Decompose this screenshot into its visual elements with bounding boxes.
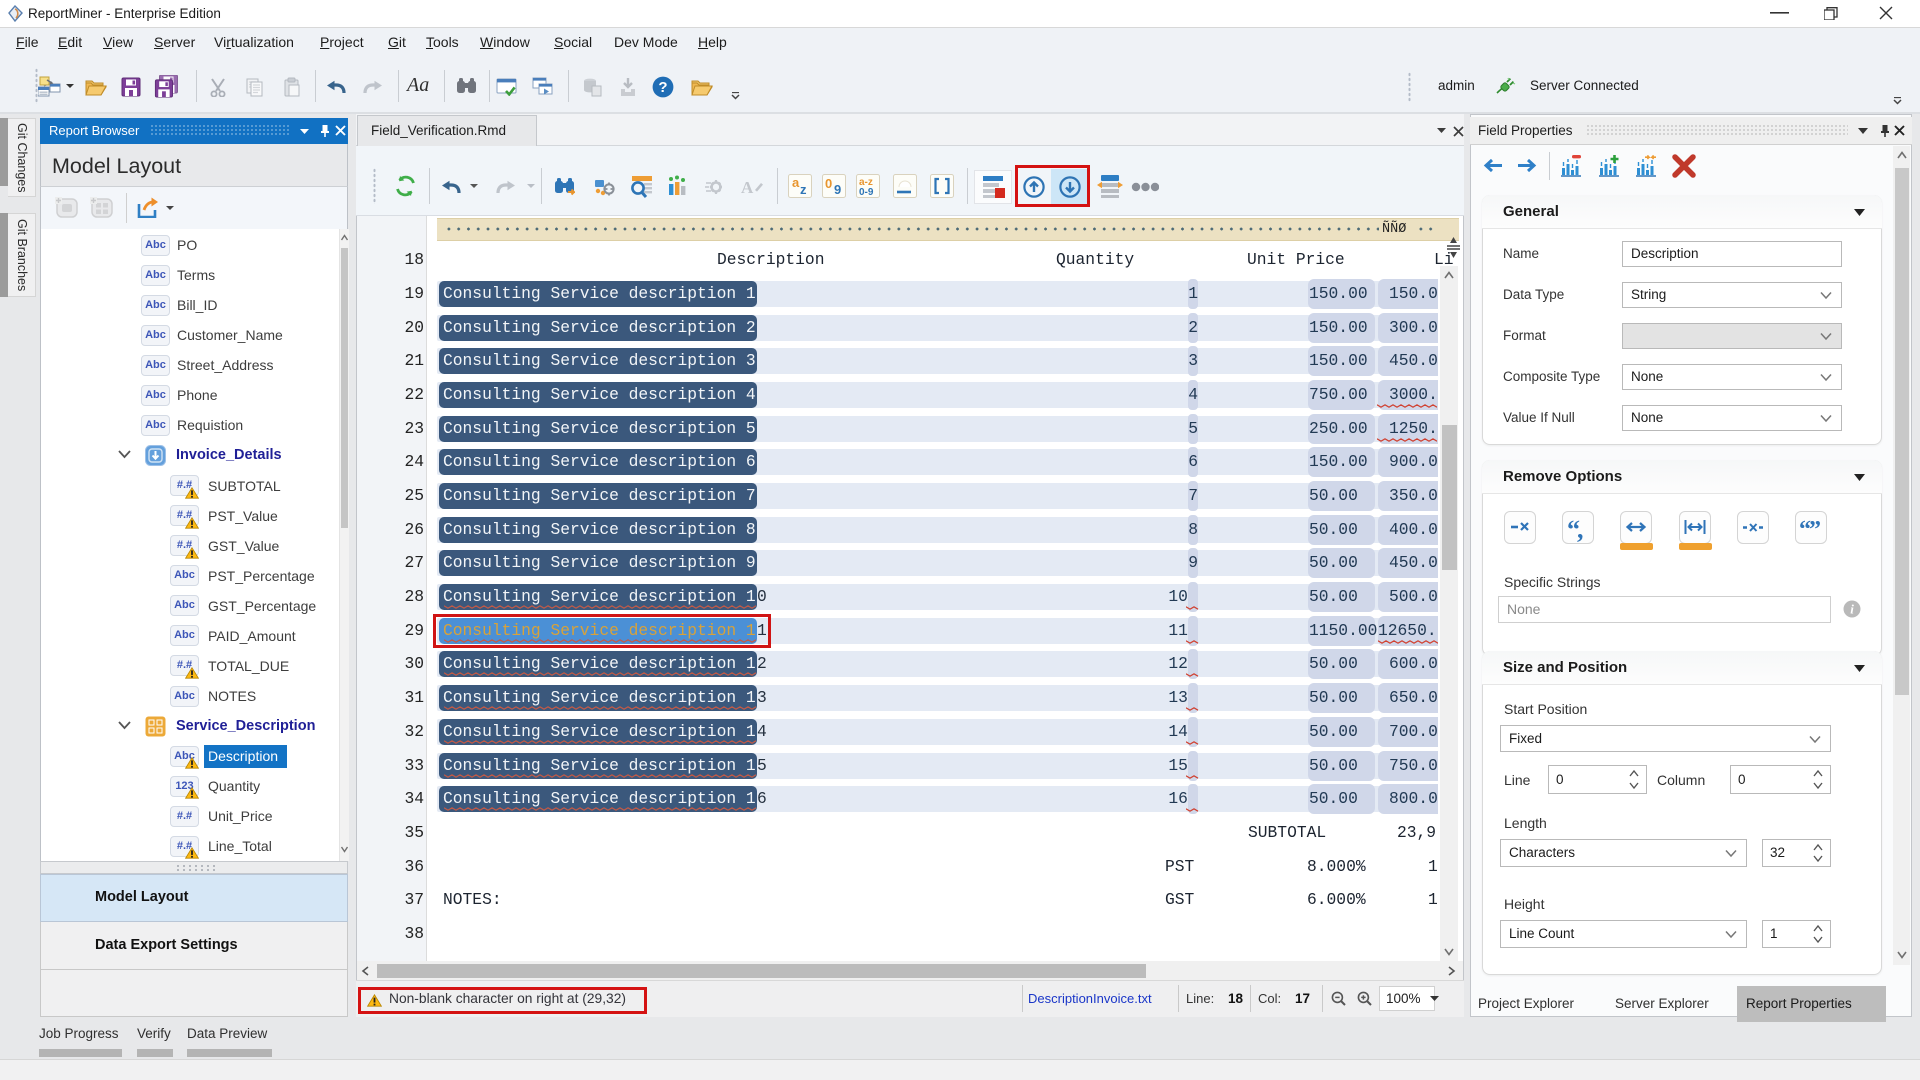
svg-text:i: i <box>1850 602 1854 617</box>
svg-text:9: 9 <box>834 182 841 197</box>
svg-text:0: 0 <box>825 176 832 191</box>
svg-text:z: z <box>800 182 807 197</box>
svg-text:a: a <box>792 175 800 190</box>
svg-text:?: ? <box>658 79 667 96</box>
svg-text:0-9: 0-9 <box>859 187 874 198</box>
svg-text:A: A <box>741 178 754 196</box>
